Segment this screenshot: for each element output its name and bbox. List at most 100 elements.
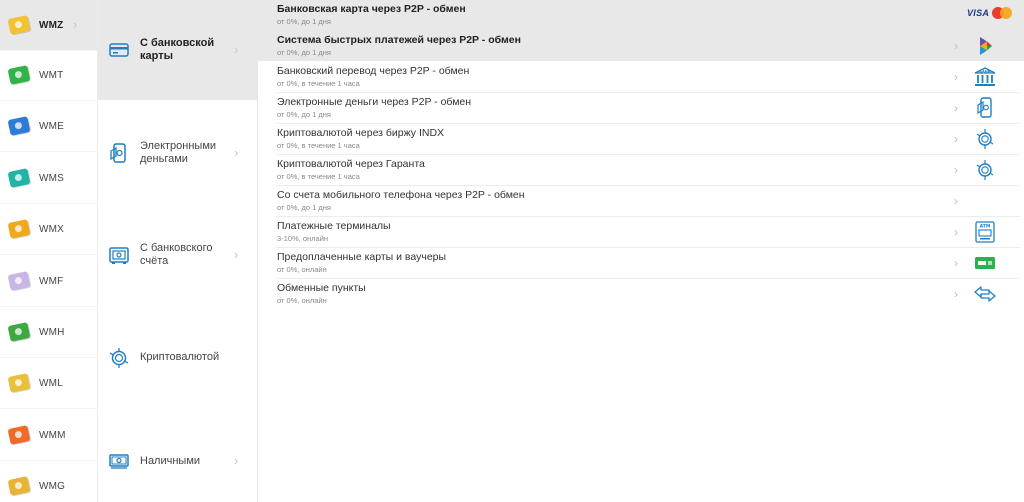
wallet-label: WML xyxy=(39,377,63,389)
wallet-item-wmz[interactable]: WMZ › xyxy=(0,0,97,51)
method-label: Криптовалютой xyxy=(140,351,220,363)
wmh-wallet-icon xyxy=(7,322,31,342)
method-item-crypto[interactable]: Криптовалютой xyxy=(98,305,258,410)
wallet-item-wmg[interactable]: WMG xyxy=(0,461,97,502)
atm-icon-text: ATM xyxy=(980,224,991,230)
option-item-bank-transfer-p2p[interactable]: Банковский перевод через P2P - обмен от … xyxy=(276,62,1020,93)
chevron-right-icon: › xyxy=(954,101,958,115)
wmf-wallet-icon xyxy=(7,271,31,291)
option-item-mobile-p2p[interactable]: Со счета мобильного телефона через P2P -… xyxy=(276,186,1020,217)
crypto-coin-icon xyxy=(976,160,994,180)
wallet-label: WMT xyxy=(39,69,64,81)
method-list: С банковской карты › Электронными деньга… xyxy=(97,0,258,502)
method-item-bank-card[interactable]: С банковской карты › xyxy=(98,0,258,100)
method-label: Наличными xyxy=(140,454,201,467)
option-item-exchange-points[interactable]: Обменные пункты от 0%, онлайн › xyxy=(276,279,1020,310)
option-subtitle: от 0%, в течение 1 часа xyxy=(277,172,360,181)
wms-wallet-icon xyxy=(7,168,31,188)
method-item-bank-account[interactable]: С банковского счёта › xyxy=(98,205,258,305)
chevron-right-icon: › xyxy=(234,42,239,57)
visa-mastercard-icon: VISA xyxy=(967,7,1014,19)
chevron-right-icon: › xyxy=(954,39,958,53)
wallet-item-wms[interactable]: WMS xyxy=(0,153,97,204)
wml-wallet-icon xyxy=(7,373,31,393)
option-subtitle: от 0%, в течение 1 часа xyxy=(277,141,360,150)
method-label: С банковской карты xyxy=(140,37,215,62)
wallet-item-wml[interactable]: WML xyxy=(0,358,97,409)
method-label: С банковского счёта xyxy=(140,242,213,267)
option-title: Криптовалютой через биржу INDX xyxy=(277,127,445,139)
option-list: Банковская карта через P2P - обмен от 0%… xyxy=(258,0,1024,502)
option-subtitle: от 0%, онлайн xyxy=(277,296,327,305)
crypto-coin-icon xyxy=(109,347,129,368)
option-item-payment-terminals[interactable]: Платежные терминалы 3-10%, онлайн › ATM xyxy=(276,217,1020,248)
wallet-item-wmh[interactable]: WMH xyxy=(0,307,97,358)
bank-icon-text: БАНК xyxy=(979,70,991,74)
option-item-e-money-p2p[interactable]: Электронные деньги через P2P - обмен от … xyxy=(276,93,1020,124)
method-item-e-money[interactable]: Электронными деньгами › xyxy=(98,100,258,205)
bank-building-icon: БАНК xyxy=(974,67,996,86)
chevron-right-icon: › xyxy=(954,256,958,270)
wallet-item-wmx[interactable]: WMX xyxy=(0,204,97,255)
option-subtitle: от 0%, до 1 дня xyxy=(277,48,331,57)
atm-terminal-icon: ATM xyxy=(975,221,995,243)
wallet-item-wmt[interactable]: WMT xyxy=(0,50,97,101)
option-subtitle: 3-10%, онлайн xyxy=(277,234,329,243)
option-item-crypto-indx[interactable]: Криптовалютой через биржу INDX от 0%, в … xyxy=(276,124,1020,155)
chevron-right-icon: › xyxy=(954,70,958,84)
option-item-crypto-guarantor[interactable]: Криптовалютой через Гаранта от 0%, в теч… xyxy=(276,155,1020,186)
wallet-item-wme[interactable]: WME xyxy=(0,101,97,152)
option-title: Банковский перевод через P2P - обмен xyxy=(277,65,470,77)
option-item-card-p2p[interactable]: Банковская карта через P2P - обмен от 0%… xyxy=(276,0,1020,31)
option-subtitle: от 0%, онлайн xyxy=(277,265,327,274)
option-title: Платежные терминалы xyxy=(277,220,391,232)
wallet-list: WMZ › WMT WME WMS WMX WMF WMH WML WMM WM… xyxy=(0,0,97,502)
wmz-wallet-icon xyxy=(7,15,31,35)
option-subtitle: от 0%, в течение 1 часа xyxy=(277,79,360,88)
option-title: Электронные деньги через P2P - обмен xyxy=(277,96,472,108)
wallet-label: WMF xyxy=(39,275,64,287)
wmx-wallet-icon xyxy=(7,219,31,239)
wallet-label: WMM xyxy=(39,429,66,441)
e-money-phone-icon xyxy=(110,142,126,163)
wallet-label: WMG xyxy=(39,480,66,492)
wallet-label: WMZ xyxy=(39,19,64,31)
chevron-right-icon: › xyxy=(954,132,958,146)
mastercard-logo xyxy=(992,7,1014,19)
exchange-arrows-icon xyxy=(974,286,996,302)
wmm-wallet-icon xyxy=(7,425,31,445)
chevron-right-icon: › xyxy=(954,225,958,239)
chevron-right-icon: › xyxy=(954,194,958,208)
option-title: Обменные пункты xyxy=(277,282,366,294)
sbp-icon xyxy=(980,37,992,55)
option-title: Криптовалютой через Гаранта xyxy=(277,158,425,170)
option-title: Система быстрых платежей через P2P - обм… xyxy=(277,34,521,46)
wmg-wallet-icon xyxy=(7,476,31,496)
chevron-right-icon: › xyxy=(954,287,958,301)
wallet-item-wmm[interactable]: WMM xyxy=(0,410,97,461)
chevron-right-icon: › xyxy=(954,163,958,177)
chevron-right-icon: › xyxy=(234,144,239,160)
visa-logo: VISA xyxy=(967,8,990,18)
wallet-item-wmf[interactable]: WMF xyxy=(0,256,97,307)
chevron-right-icon: › xyxy=(73,17,78,32)
chevron-right-icon: › xyxy=(234,453,239,468)
chevron-right-icon: › xyxy=(234,247,239,262)
option-subtitle: от 0%, до 1 дня xyxy=(277,203,331,212)
wmt-wallet-icon xyxy=(7,65,31,85)
method-item-cash[interactable]: Наличными › xyxy=(98,410,258,502)
option-subtitle: от 0%, до 1 дня xyxy=(277,17,331,26)
wallet-label: WME xyxy=(39,120,65,132)
option-item-sbp-p2p[interactable]: Система быстрых платежей через P2P - обм… xyxy=(276,31,1020,62)
wallet-label: WMS xyxy=(39,172,65,184)
option-title: Банковская карта через P2P - обмен xyxy=(277,3,466,15)
option-item-prepaid-cards[interactable]: Предоплаченные карты и ваучеры от 0%, он… xyxy=(276,248,1020,279)
option-subtitle: от 0%, до 1 дня xyxy=(277,110,331,119)
method-label: Электронными деньгами xyxy=(140,139,217,165)
prepaid-card-icon xyxy=(975,257,995,269)
bank-card-icon xyxy=(109,43,129,57)
option-title: Предоплаченные карты и ваучеры xyxy=(277,251,447,263)
cash-banknote-icon xyxy=(109,454,129,469)
crypto-coin-icon xyxy=(976,129,994,149)
wallet-label: WMX xyxy=(39,223,65,235)
